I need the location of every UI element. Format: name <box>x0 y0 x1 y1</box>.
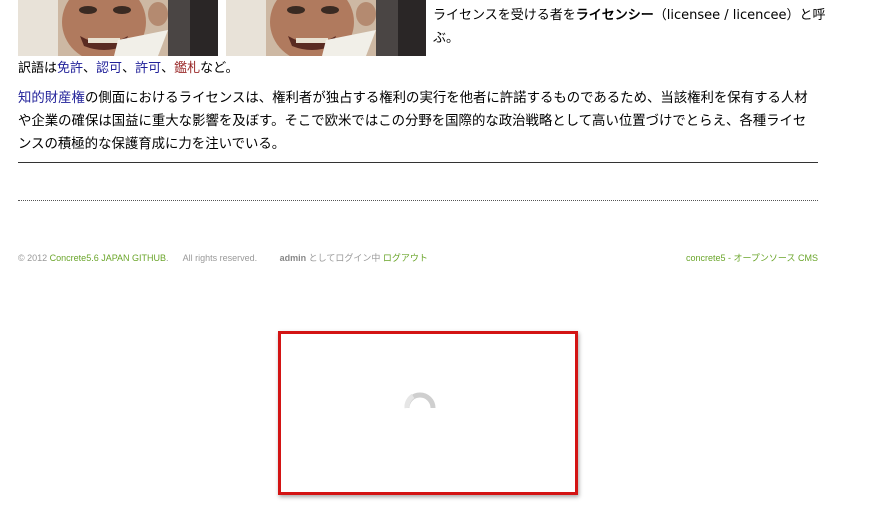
copyright-suffix: . <box>166 253 169 263</box>
paragraph-body: の側面におけるライセンスは、権利者が独占する権利の実行を他者に許諾するものである… <box>18 91 808 152</box>
licensee-text-start: ライセンスを受ける者を <box>433 8 576 23</box>
loading-spinner-icon <box>403 386 437 420</box>
link-menkyo[interactable]: 免許 <box>57 61 83 76</box>
logout-link[interactable]: ログアウト <box>383 253 428 263</box>
article-photo-1 <box>18 0 218 56</box>
separator: 、 <box>83 61 97 76</box>
link-ninka[interactable]: 認可 <box>96 61 122 76</box>
translations-suffix: など。 <box>200 61 239 76</box>
article-paragraph: 知的財産権の側面におけるライセンスは、権利者が独占する権利の実行を他者に許諾する… <box>18 87 818 156</box>
link-kansatsu[interactable]: 鑑札 <box>174 61 200 76</box>
footer-divider <box>18 200 818 201</box>
photo-row <box>18 0 428 56</box>
licensee-definition: ライセンスを受ける者をライセンシー（licensee / licencee）と呼… <box>433 4 828 50</box>
separator: 、 <box>122 61 136 76</box>
admin-username: admin <box>279 253 307 263</box>
link-kyoka[interactable]: 許可 <box>135 61 161 76</box>
separator: 、 <box>161 61 175 76</box>
article-photo-2 <box>226 0 426 56</box>
footer-right: concrete5 - オープンソース CMS <box>686 252 818 264</box>
rights-text: All rights reserved. <box>182 253 258 263</box>
logged-in-text: としてログイン中 <box>308 253 381 263</box>
cms-link[interactable]: concrete5 - オープンソース CMS <box>686 253 818 263</box>
translations-prefix: 訳語は <box>18 61 58 76</box>
content-divider <box>18 162 818 163</box>
copyright-prefix: © 2012 <box>18 253 48 263</box>
licensee-term: ライセンシー <box>575 8 654 23</box>
loading-dialog <box>278 331 578 495</box>
translations-line: 訳語は免許、認可、許可、鑑札など。 <box>18 58 238 80</box>
site-link[interactable]: Concrete5.6 JAPAN GITHUB <box>50 253 166 263</box>
footer-left: © 2012 Concrete5.6 JAPAN GITHUB. All rig… <box>18 252 428 264</box>
link-intellectual-property[interactable]: 知的財産権 <box>18 91 85 106</box>
